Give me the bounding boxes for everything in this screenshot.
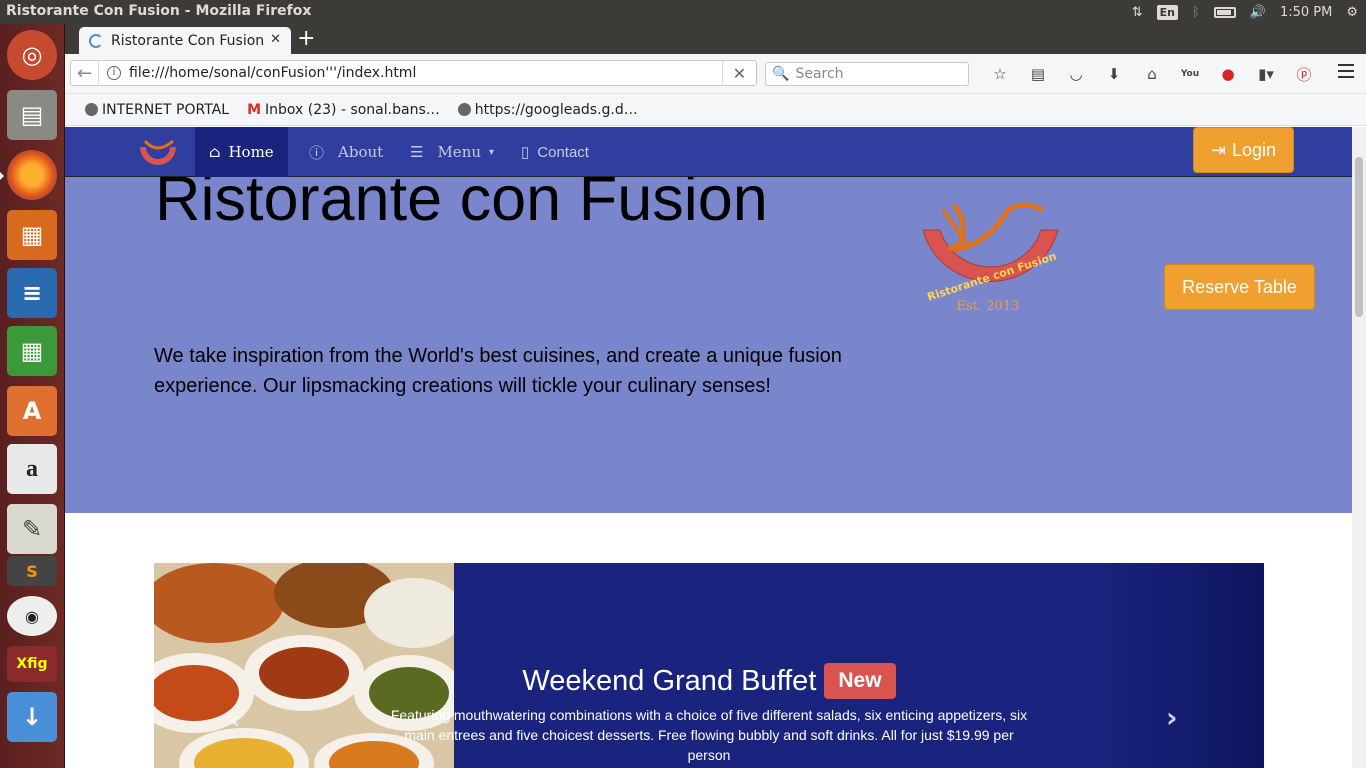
firefox-window: Ristorante Con Fusion ✕ + ← i file:///ho…	[65, 24, 1366, 768]
bookmark-star-icon[interactable]: ☆	[981, 62, 1019, 86]
nav-contact[interactable]: ▯ Contact	[521, 127, 589, 177]
network-icon[interactable]: ⇅	[1132, 5, 1143, 20]
site-navbar: ⌂ Home ⓘ About ☰ Menu ▾ ▯ Contact ⇥ Login	[65, 127, 1352, 177]
bookmark-label: Inbox (23) - sonal.bans…	[265, 101, 440, 118]
nav-home-label: Home	[228, 143, 274, 161]
home-icon: ⌂	[209, 143, 221, 161]
tab-strip: Ristorante Con Fusion ✕ +	[65, 24, 1366, 54]
home-icon[interactable]: ⌂	[1133, 62, 1171, 86]
url-text[interactable]: file:///home/sonal/conFusion'''/index.ht…	[129, 65, 416, 81]
bluetooth-icon[interactable]: ᛒ	[1192, 5, 1200, 20]
new-badge: New	[824, 663, 896, 699]
keyboard-language-indicator[interactable]: En	[1156, 4, 1178, 20]
bookmark-label: https://googleads.g.d…	[474, 101, 638, 118]
color-picker-icon[interactable]: ●	[1209, 62, 1247, 86]
nav-menu-label: Menu	[437, 143, 482, 161]
sublime-text-icon[interactable]: S	[7, 556, 57, 586]
amazon-icon[interactable]: a	[7, 444, 57, 494]
nav-about[interactable]: ⓘ About	[309, 127, 383, 177]
text-editor-icon[interactable]: ✎	[7, 504, 57, 554]
search-icon: 🔍	[772, 66, 790, 82]
bookmark-internet-portal[interactable]: INTERNET PORTAL	[85, 102, 229, 118]
tab-title: Ristorante Con Fusion	[111, 32, 265, 49]
info-circle-icon: ⓘ	[309, 143, 325, 162]
carousel-caption: Weekend Grand Buffet New Featuring mouthw…	[384, 663, 1034, 765]
toolbar-icons: ☆ ▤ ◡ ⬇ ⌂ You ● ▮▾ ⓟ	[981, 62, 1323, 86]
gmail-icon: M	[247, 101, 261, 118]
bookmark-googleads[interactable]: https://googleads.g.d…	[457, 101, 638, 118]
list-icon: ☰	[410, 143, 424, 161]
libreoffice-calc-icon[interactable]: ▦	[7, 326, 57, 376]
settings-gear-icon[interactable]: ⚙	[1346, 5, 1358, 20]
installer-icon[interactable]: ↓	[7, 692, 57, 742]
back-arrow-icon[interactable]: ←	[71, 60, 99, 86]
software-center-icon[interactable]: A	[7, 386, 57, 436]
caret-down-icon: ▾	[489, 146, 495, 158]
xfig-icon[interactable]: Xfig	[7, 646, 57, 682]
restaurant-logo: Ristorante con Fusion Est. 2013	[922, 202, 1059, 314]
bookmark-label: INTERNET PORTAL	[102, 101, 230, 118]
libreoffice-writer-icon[interactable]: ≡	[7, 268, 57, 318]
youtube-icon[interactable]: You	[1171, 62, 1209, 86]
carousel-prev-icon[interactable]: ‹	[229, 703, 241, 736]
tab-ristorante[interactable]: Ristorante Con Fusion ✕	[79, 27, 291, 54]
login-label: Login	[1232, 139, 1277, 160]
scrollbar-thumb[interactable]	[1355, 157, 1363, 317]
window-title: Ristorante Con Fusion - Mozilla Firefox	[6, 3, 312, 19]
reading-list-icon[interactable]: ▤	[1019, 62, 1057, 86]
page-viewport: Ristorante con Fusion We take inspiratio…	[65, 127, 1366, 768]
download-icon[interactable]: ⬇	[1095, 62, 1133, 86]
ubuntu-dash-icon[interactable]: ◎	[7, 30, 57, 80]
battery-icon[interactable]	[1213, 6, 1236, 18]
carousel-text: Featuring mouthwatering combinations wit…	[390, 707, 1028, 763]
nav-menu[interactable]: ☰ Menu ▾	[410, 127, 494, 177]
pocket-icon[interactable]: ◡	[1057, 62, 1095, 86]
pinterest-icon[interactable]: ⓟ	[1285, 62, 1323, 86]
clipboard-icon[interactable]: ▮▾	[1247, 62, 1285, 86]
hamburger-menu-icon[interactable]	[1338, 64, 1354, 78]
app-icon-disc[interactable]: ◉	[7, 596, 57, 636]
nav-contact-label: Contact	[537, 143, 589, 161]
unity-launcher: ◎ ▤ ▦ ≡ ▦ A a ✎ S ◉ Xfig ↓	[0, 24, 65, 768]
sign-in-icon: ⇥	[1210, 139, 1227, 160]
bookmarks-toolbar: INTERNET PORTAL M Inbox (23) - sonal.bans…	[65, 94, 1366, 126]
envelope-icon: ▯	[521, 144, 530, 161]
system-tray: ⇅ En ᛒ 🔊 1:50 PM ⚙	[1132, 0, 1358, 24]
bookmark-gmail-inbox[interactable]: M Inbox (23) - sonal.bans…	[247, 102, 440, 118]
brand-logo[interactable]	[137, 137, 179, 169]
login-button[interactable]: ⇥ Login	[1193, 127, 1294, 173]
nav-home[interactable]: ⌂ Home	[195, 127, 288, 177]
stop-loading-icon[interactable]: ✕	[722, 61, 756, 85]
url-bar[interactable]: ← i file:///home/sonal/conFusion'''/inde…	[70, 60, 757, 86]
close-tab-icon[interactable]: ✕	[270, 32, 281, 47]
clock[interactable]: 1:50 PM	[1280, 5, 1332, 20]
promo-carousel: ‹ › Weekend Grand Buffet New Featuring mo…	[154, 563, 1264, 768]
carousel-next-icon[interactable]: ›	[1166, 701, 1178, 734]
navigation-toolbar: ← i file:///home/sonal/conFusion'''/inde…	[65, 54, 1366, 94]
lead-text: We take inspiration from the World's bes…	[154, 345, 842, 397]
jumbotron: Ristorante con Fusion We take inspiratio…	[65, 127, 1352, 513]
loading-spinner-icon	[89, 33, 103, 48]
new-tab-icon[interactable]: +	[297, 26, 315, 51]
carousel-title: Weekend Grand Buffet	[522, 664, 817, 697]
ubuntu-top-panel: Ristorante Con Fusion - Mozilla Firefox …	[0, 0, 1366, 24]
files-icon[interactable]: ▤	[7, 90, 57, 140]
page-scrollbar[interactable]	[1352, 127, 1366, 768]
libreoffice-impress-icon[interactable]: ▦	[7, 210, 57, 260]
search-placeholder: Search	[795, 66, 844, 82]
volume-icon[interactable]: 🔊	[1250, 5, 1266, 20]
info-icon[interactable]: i	[107, 66, 121, 80]
globe-icon	[457, 103, 471, 116]
reserve-table-button[interactable]: Reserve Table	[1164, 264, 1315, 310]
globe-icon	[85, 103, 98, 116]
logo-est: Est. 2013	[957, 299, 1020, 314]
search-input[interactable]: 🔍 Search	[765, 62, 969, 86]
nav-about-label: About	[338, 143, 384, 161]
firefox-icon[interactable]	[0, 150, 57, 200]
